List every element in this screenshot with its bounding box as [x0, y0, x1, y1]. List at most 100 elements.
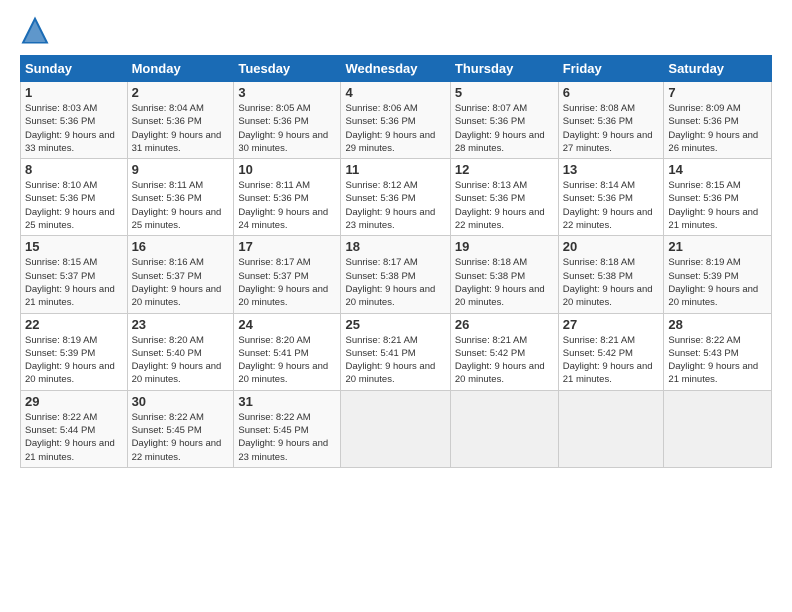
day-detail: Sunrise: 8:21 AMSunset: 5:41 PMDaylight:…: [345, 335, 435, 386]
day-detail: Sunrise: 8:20 AMSunset: 5:41 PMDaylight:…: [238, 335, 328, 386]
day-cell: 8 Sunrise: 8:10 AMSunset: 5:36 PMDayligh…: [21, 159, 128, 236]
day-detail: Sunrise: 8:06 AMSunset: 5:36 PMDaylight:…: [345, 103, 435, 154]
day-cell: 23 Sunrise: 8:20 AMSunset: 5:40 PMDaylig…: [127, 313, 234, 390]
weekday-wednesday: Wednesday: [341, 56, 450, 82]
day-cell: [664, 390, 772, 467]
day-number: 31: [238, 394, 336, 409]
day-cell: 30 Sunrise: 8:22 AMSunset: 5:45 PMDaylig…: [127, 390, 234, 467]
day-number: 22: [25, 317, 123, 332]
week-row-5: 29 Sunrise: 8:22 AMSunset: 5:44 PMDaylig…: [21, 390, 772, 467]
day-number: 29: [25, 394, 123, 409]
day-detail: Sunrise: 8:22 AMSunset: 5:45 PMDaylight:…: [238, 412, 328, 463]
day-cell: 9 Sunrise: 8:11 AMSunset: 5:36 PMDayligh…: [127, 159, 234, 236]
logo-icon: [20, 15, 50, 45]
day-cell: 1 Sunrise: 8:03 AMSunset: 5:36 PMDayligh…: [21, 82, 128, 159]
weekday-thursday: Thursday: [450, 56, 558, 82]
day-detail: Sunrise: 8:22 AMSunset: 5:45 PMDaylight:…: [132, 412, 222, 463]
header: [20, 15, 772, 45]
day-detail: Sunrise: 8:17 AMSunset: 5:38 PMDaylight:…: [345, 257, 435, 308]
day-detail: Sunrise: 8:09 AMSunset: 5:36 PMDaylight:…: [668, 103, 758, 154]
page: SundayMondayTuesdayWednesdayThursdayFrid…: [0, 0, 792, 612]
day-cell: 14 Sunrise: 8:15 AMSunset: 5:36 PMDaylig…: [664, 159, 772, 236]
day-detail: Sunrise: 8:19 AMSunset: 5:39 PMDaylight:…: [668, 257, 758, 308]
day-detail: Sunrise: 8:15 AMSunset: 5:36 PMDaylight:…: [668, 180, 758, 231]
calendar-body: 1 Sunrise: 8:03 AMSunset: 5:36 PMDayligh…: [21, 82, 772, 468]
day-detail: Sunrise: 8:21 AMSunset: 5:42 PMDaylight:…: [563, 335, 653, 386]
day-number: 30: [132, 394, 230, 409]
day-cell: [341, 390, 450, 467]
day-cell: 27 Sunrise: 8:21 AMSunset: 5:42 PMDaylig…: [558, 313, 664, 390]
day-number: 1: [25, 85, 123, 100]
day-detail: Sunrise: 8:05 AMSunset: 5:36 PMDaylight:…: [238, 103, 328, 154]
day-number: 7: [668, 85, 767, 100]
day-cell: 26 Sunrise: 8:21 AMSunset: 5:42 PMDaylig…: [450, 313, 558, 390]
day-cell: 22 Sunrise: 8:19 AMSunset: 5:39 PMDaylig…: [21, 313, 128, 390]
day-detail: Sunrise: 8:07 AMSunset: 5:36 PMDaylight:…: [455, 103, 545, 154]
day-detail: Sunrise: 8:04 AMSunset: 5:36 PMDaylight:…: [132, 103, 222, 154]
day-number: 20: [563, 239, 660, 254]
day-number: 13: [563, 162, 660, 177]
day-detail: Sunrise: 8:17 AMSunset: 5:37 PMDaylight:…: [238, 257, 328, 308]
day-cell: 31 Sunrise: 8:22 AMSunset: 5:45 PMDaylig…: [234, 390, 341, 467]
weekday-sunday: Sunday: [21, 56, 128, 82]
day-detail: Sunrise: 8:22 AMSunset: 5:44 PMDaylight:…: [25, 412, 115, 463]
day-number: 14: [668, 162, 767, 177]
day-cell: 10 Sunrise: 8:11 AMSunset: 5:36 PMDaylig…: [234, 159, 341, 236]
day-detail: Sunrise: 8:10 AMSunset: 5:36 PMDaylight:…: [25, 180, 115, 231]
day-number: 9: [132, 162, 230, 177]
day-cell: 25 Sunrise: 8:21 AMSunset: 5:41 PMDaylig…: [341, 313, 450, 390]
day-cell: 20 Sunrise: 8:18 AMSunset: 5:38 PMDaylig…: [558, 236, 664, 313]
day-cell: 7 Sunrise: 8:09 AMSunset: 5:36 PMDayligh…: [664, 82, 772, 159]
day-cell: 13 Sunrise: 8:14 AMSunset: 5:36 PMDaylig…: [558, 159, 664, 236]
weekday-tuesday: Tuesday: [234, 56, 341, 82]
day-detail: Sunrise: 8:13 AMSunset: 5:36 PMDaylight:…: [455, 180, 545, 231]
day-cell: 24 Sunrise: 8:20 AMSunset: 5:41 PMDaylig…: [234, 313, 341, 390]
day-number: 8: [25, 162, 123, 177]
day-number: 6: [563, 85, 660, 100]
day-detail: Sunrise: 8:03 AMSunset: 5:36 PMDaylight:…: [25, 103, 115, 154]
day-number: 5: [455, 85, 554, 100]
day-cell: 2 Sunrise: 8:04 AMSunset: 5:36 PMDayligh…: [127, 82, 234, 159]
day-number: 4: [345, 85, 445, 100]
logo: [20, 15, 55, 45]
day-number: 12: [455, 162, 554, 177]
day-detail: Sunrise: 8:22 AMSunset: 5:43 PMDaylight:…: [668, 335, 758, 386]
weekday-friday: Friday: [558, 56, 664, 82]
week-row-1: 1 Sunrise: 8:03 AMSunset: 5:36 PMDayligh…: [21, 82, 772, 159]
day-number: 28: [668, 317, 767, 332]
day-cell: [558, 390, 664, 467]
day-number: 19: [455, 239, 554, 254]
weekday-monday: Monday: [127, 56, 234, 82]
day-cell: 17 Sunrise: 8:17 AMSunset: 5:37 PMDaylig…: [234, 236, 341, 313]
day-detail: Sunrise: 8:11 AMSunset: 5:36 PMDaylight:…: [132, 180, 222, 231]
day-number: 23: [132, 317, 230, 332]
day-cell: 29 Sunrise: 8:22 AMSunset: 5:44 PMDaylig…: [21, 390, 128, 467]
day-cell: 4 Sunrise: 8:06 AMSunset: 5:36 PMDayligh…: [341, 82, 450, 159]
weekday-saturday: Saturday: [664, 56, 772, 82]
day-cell: 19 Sunrise: 8:18 AMSunset: 5:38 PMDaylig…: [450, 236, 558, 313]
day-cell: 6 Sunrise: 8:08 AMSunset: 5:36 PMDayligh…: [558, 82, 664, 159]
day-number: 2: [132, 85, 230, 100]
day-cell: 16 Sunrise: 8:16 AMSunset: 5:37 PMDaylig…: [127, 236, 234, 313]
day-cell: 18 Sunrise: 8:17 AMSunset: 5:38 PMDaylig…: [341, 236, 450, 313]
day-number: 15: [25, 239, 123, 254]
day-detail: Sunrise: 8:11 AMSunset: 5:36 PMDaylight:…: [238, 180, 328, 231]
day-number: 27: [563, 317, 660, 332]
week-row-2: 8 Sunrise: 8:10 AMSunset: 5:36 PMDayligh…: [21, 159, 772, 236]
day-detail: Sunrise: 8:12 AMSunset: 5:36 PMDaylight:…: [345, 180, 435, 231]
day-detail: Sunrise: 8:18 AMSunset: 5:38 PMDaylight:…: [563, 257, 653, 308]
day-number: 25: [345, 317, 445, 332]
weekday-header-row: SundayMondayTuesdayWednesdayThursdayFrid…: [21, 56, 772, 82]
day-detail: Sunrise: 8:15 AMSunset: 5:37 PMDaylight:…: [25, 257, 115, 308]
day-cell: 15 Sunrise: 8:15 AMSunset: 5:37 PMDaylig…: [21, 236, 128, 313]
day-detail: Sunrise: 8:18 AMSunset: 5:38 PMDaylight:…: [455, 257, 545, 308]
day-detail: Sunrise: 8:21 AMSunset: 5:42 PMDaylight:…: [455, 335, 545, 386]
day-number: 21: [668, 239, 767, 254]
day-cell: [450, 390, 558, 467]
day-number: 3: [238, 85, 336, 100]
day-number: 24: [238, 317, 336, 332]
day-detail: Sunrise: 8:20 AMSunset: 5:40 PMDaylight:…: [132, 335, 222, 386]
day-number: 10: [238, 162, 336, 177]
day-cell: 21 Sunrise: 8:19 AMSunset: 5:39 PMDaylig…: [664, 236, 772, 313]
day-detail: Sunrise: 8:19 AMSunset: 5:39 PMDaylight:…: [25, 335, 115, 386]
